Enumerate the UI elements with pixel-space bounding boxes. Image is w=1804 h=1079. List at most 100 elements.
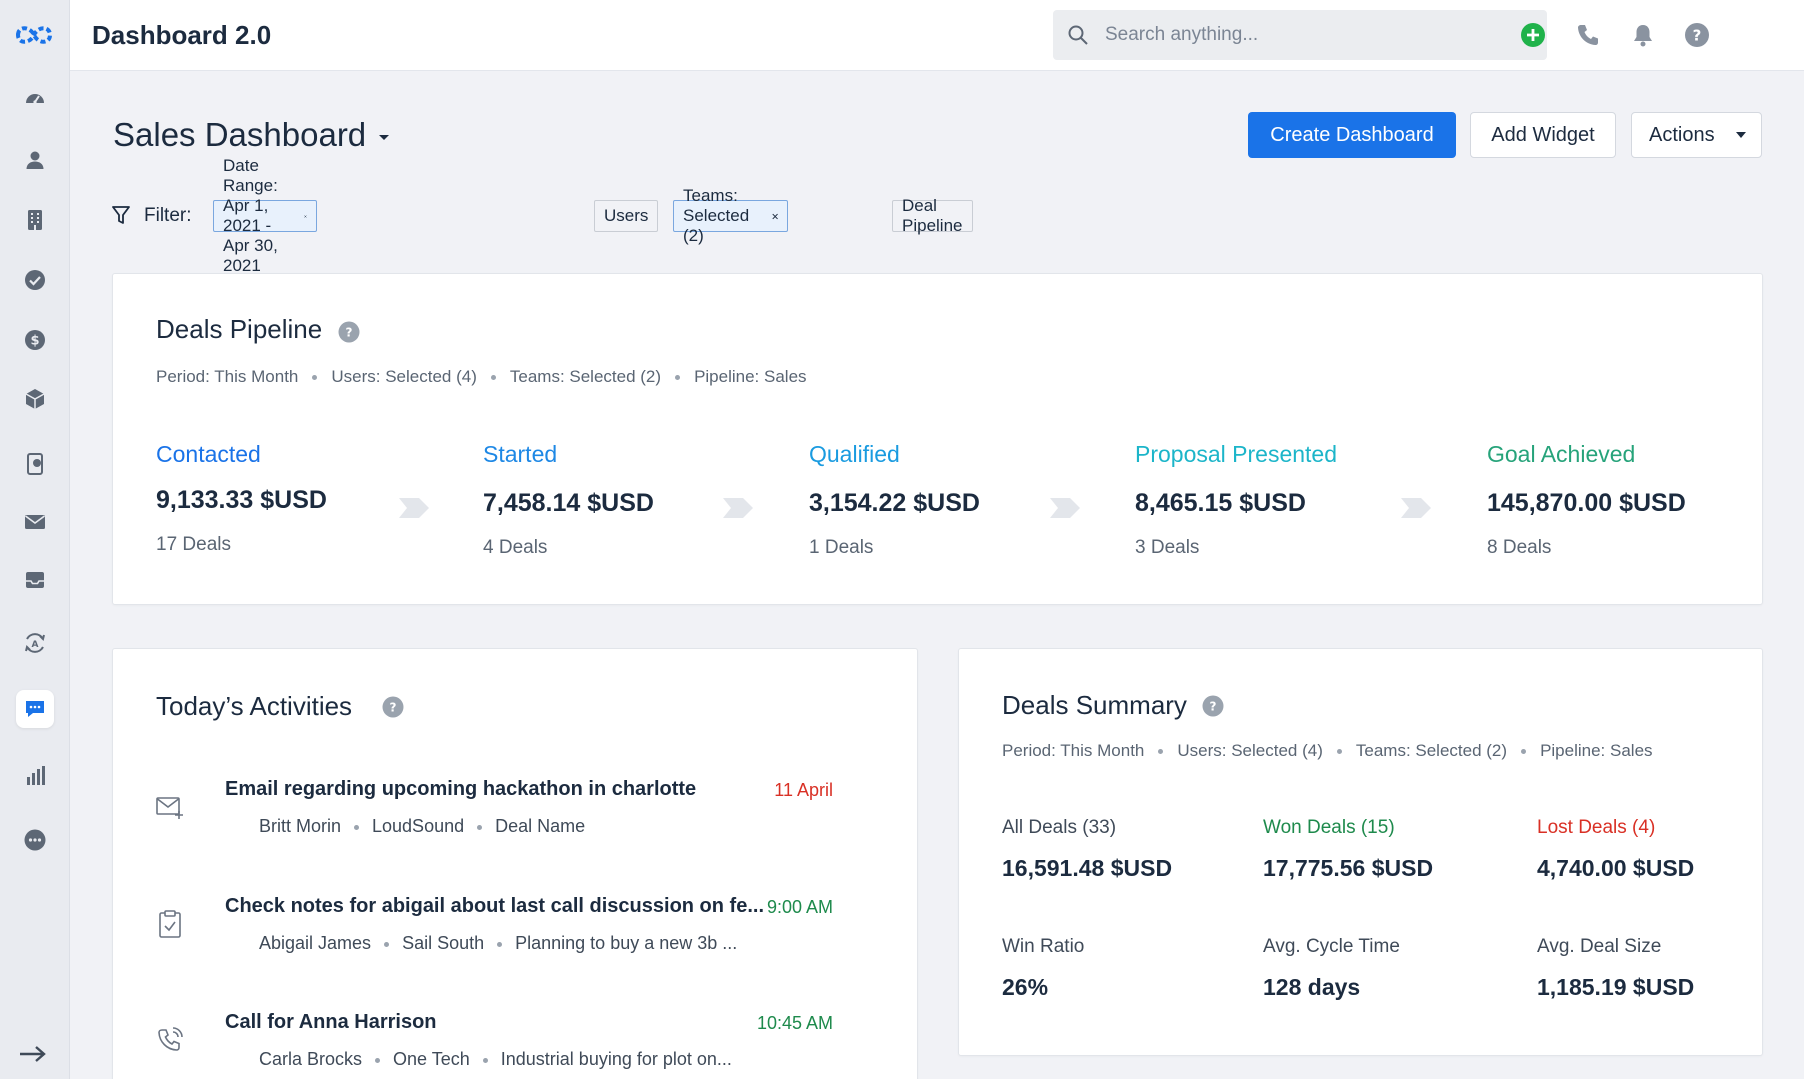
app-logo-icon[interactable] (10, 20, 58, 50)
sidebar-item-deals[interactable]: $ (16, 321, 54, 359)
activity-item[interactable]: Check notes for abigail about last call … (113, 895, 873, 985)
stage-arrow-icon (723, 498, 753, 518)
svg-text:?: ? (346, 326, 353, 340)
meta-pipeline: Pipeline: Sales (1540, 741, 1653, 760)
stage-count: 17 Deals (156, 534, 231, 555)
search-input[interactable] (1105, 10, 1525, 60)
summary-label: Avg. Cycle Time (1263, 936, 1400, 957)
sidebar-item-chat[interactable] (16, 690, 54, 728)
meta-users: Users: Selected (4) (1177, 741, 1323, 760)
activity-company[interactable]: LoudSound (372, 816, 464, 836)
chip-label: Deal Pipeline (902, 196, 963, 235)
sidebar-item-contacts[interactable] (16, 141, 54, 179)
summary-value: 26% (1002, 974, 1049, 1000)
actions-button[interactable]: Actions (1631, 112, 1762, 158)
building-icon (28, 210, 42, 230)
inbox-icon (26, 572, 44, 588)
chat-icon (26, 701, 44, 717)
sidebar-item-dashboard[interactable] (16, 80, 54, 118)
summary-value: 17,775.56 $USD (1263, 855, 1434, 881)
sidebar-item-tasks[interactable] (16, 261, 54, 299)
stage-value: 145,870.00 $USD (1487, 489, 1686, 517)
stage-value: 3,154.22 $USD (809, 489, 980, 517)
sidebar-item-phone[interactable] (16, 445, 54, 483)
activity-title: Call for Anna Harrison (225, 1011, 437, 1033)
sidebar-item-inbox[interactable] (16, 561, 54, 599)
add-widget-button[interactable]: Add Widget (1470, 112, 1616, 158)
help-icon[interactable]: ? (1202, 695, 1224, 717)
sidebar-item-more[interactable] (16, 821, 54, 859)
svg-text:?: ? (390, 701, 397, 715)
chip-label: Users (604, 206, 649, 225)
stage-name: Contacted (156, 441, 261, 467)
search-icon (1068, 25, 1088, 45)
add-icon[interactable] (1520, 22, 1546, 48)
help-icon[interactable]: ? (338, 321, 360, 343)
help-icon[interactable]: ? (382, 696, 404, 718)
activity-meta: Abigail James Sail South Planning to buy a… (259, 933, 737, 954)
summary-value: 4,740.00 $USD (1537, 855, 1695, 881)
summary-value: 16,591.48 $USD (1002, 855, 1173, 881)
clipboard-check-icon (159, 910, 181, 938)
stage-count: 4 Deals (483, 537, 548, 558)
auto-icon: A (25, 633, 45, 653)
page-title[interactable]: Sales Dashboard (113, 116, 366, 154)
filter-chip-date-range[interactable]: Date Range: Apr 1, 2021 - Apr 30, 2021 (213, 156, 317, 275)
stage-arrow-icon (1050, 498, 1080, 518)
activity-title: Check notes for abigail about last call … (225, 895, 765, 917)
close-icon[interactable] (772, 210, 778, 223)
meta-period: Period: This Month (1002, 741, 1145, 760)
stage-value: 9,133.33 $USD (156, 486, 327, 514)
dashboard-dropdown-caret-icon[interactable] (377, 132, 391, 142)
summary-label: Avg. Deal Size (1537, 936, 1662, 957)
sidebar: $ A (0, 0, 70, 1079)
activity-meta: Britt Morin LoudSound Deal Name (259, 816, 585, 837)
stage-name: Goal Achieved (1487, 441, 1636, 467)
more-icon (24, 829, 46, 851)
summary-label: Lost Deals (4) (1537, 817, 1656, 838)
activity-deal[interactable]: Industrial buying for plot on... (501, 1049, 732, 1069)
filter-chip-deal-pipeline[interactable]: Deal Pipeline (892, 196, 973, 235)
card-meta: Period: This Month Users: Selected (4) Tea… (1002, 741, 1653, 761)
stage-arrow-icon (1401, 498, 1431, 518)
phone-call-icon (158, 1027, 183, 1051)
sidebar-item-products[interactable] (16, 380, 54, 418)
meta-users: Users: Selected (4) (331, 367, 477, 386)
sidebar-item-automation[interactable]: A (16, 624, 54, 662)
meta-period: Period: This Month (156, 367, 299, 386)
sidebar-item-accounts[interactable] (16, 201, 54, 239)
activity-item[interactable]: Email regarding upcoming hackathon in ch… (113, 778, 873, 868)
card-title: Today’s Activities (156, 691, 353, 721)
help-icon[interactable]: ? (1684, 22, 1710, 48)
close-icon[interactable] (304, 210, 307, 223)
person-icon (26, 151, 44, 169)
meta-teams: Teams: Selected (2) (509, 367, 662, 386)
filter-chip-users[interactable]: Users (594, 200, 659, 232)
deals-pipeline-card: Deals Pipeline ? Period: This Month Users… (112, 273, 1763, 605)
sidebar-item-reports[interactable] (16, 757, 54, 795)
sidebar-item-mail[interactable] (16, 503, 54, 541)
chip-label: Teams: Selected (2) (683, 186, 750, 245)
filter-label: Filter: (144, 205, 192, 226)
card-title: Deals Pipeline (156, 314, 323, 344)
envelope-icon (25, 515, 45, 529)
filter-chip-teams[interactable]: Teams: Selected (2) (673, 186, 789, 245)
stage-count: 1 Deals (809, 537, 874, 558)
activity-company[interactable]: One Tech (393, 1049, 470, 1069)
chevron-down-icon (1735, 132, 1746, 138)
create-dashboard-button[interactable]: Create Dashboard (1248, 112, 1456, 158)
activity-time: 11 April (774, 780, 833, 800)
activity-deal[interactable]: Planning to buy a new 3b ... (515, 933, 737, 953)
bell-icon[interactable] (1630, 22, 1656, 48)
phone-icon[interactable] (1575, 22, 1601, 48)
activity-deal[interactable]: Deal Name (495, 816, 585, 836)
activity-item[interactable]: Call for Anna Harrison 10:45 AM Carla Br… (113, 1011, 873, 1079)
activity-time: 10:45 AM (756, 1013, 833, 1033)
activity-contact[interactable]: Britt Morin (259, 816, 341, 836)
activity-company[interactable]: Sail South (402, 933, 484, 953)
activity-contact[interactable]: Abigail James (259, 933, 371, 953)
expand-sidebar-arrow-icon[interactable] (18, 1044, 48, 1064)
search-box[interactable] (1053, 10, 1547, 60)
card-title: Deals Summary (1002, 690, 1187, 720)
activity-contact[interactable]: Carla Brocks (259, 1049, 362, 1069)
